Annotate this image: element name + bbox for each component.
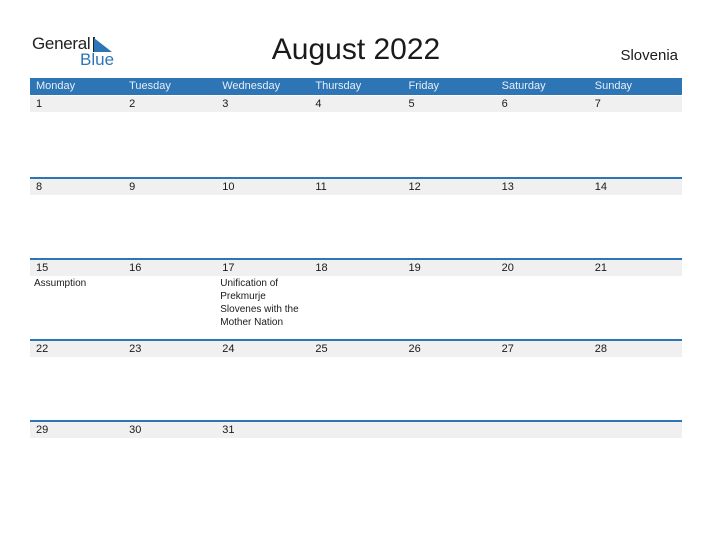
holiday-label: [309, 112, 402, 113]
holiday-label: [309, 195, 402, 196]
holiday-label: [30, 357, 123, 358]
day-number-bar: 1 2 3 4 5 6 7: [30, 96, 682, 112]
day-number: 13: [501, 181, 514, 193]
day-number: 19: [408, 262, 421, 274]
holiday-label: [496, 112, 589, 113]
calendar-title: August 2022: [271, 33, 441, 66]
weekday-wednesday: Wednesday: [222, 80, 281, 92]
holiday-label: [216, 112, 309, 113]
day-number: 26: [408, 343, 421, 355]
holiday-label: [309, 357, 402, 358]
holiday-label: [123, 357, 216, 358]
day-number: 29: [36, 424, 49, 436]
day-number: 3: [222, 98, 229, 110]
holiday-label: [403, 112, 496, 113]
holiday-label: [589, 438, 682, 439]
holiday-label: [589, 195, 682, 196]
day-number: 27: [501, 343, 514, 355]
day-number: 18: [315, 262, 328, 274]
day-number: [309, 422, 402, 438]
day-number: 16: [129, 262, 142, 274]
holiday-label: [589, 357, 682, 358]
events-row: [30, 195, 682, 196]
day-number: 6: [501, 98, 508, 110]
day-number: 15: [36, 262, 49, 274]
weekday-header: Monday Tuesday Wednesday Thursday Friday…: [30, 78, 682, 95]
week-row: 1 2 3 4 5 6 7: [30, 96, 682, 113]
holiday-label: [123, 276, 216, 329]
holiday-label: [123, 438, 216, 439]
events-row: [30, 357, 682, 358]
day-number: 21: [594, 262, 607, 274]
events-row: Assumption Unification of Prekmurje Slove…: [30, 276, 682, 329]
weekday-saturday: Saturday: [501, 80, 546, 92]
weekday-thursday: Thursday: [315, 80, 362, 92]
holiday-label: [496, 195, 589, 196]
weekday-sunday: Sunday: [594, 80, 633, 92]
holiday-label: [216, 195, 309, 196]
holiday-label: [403, 357, 496, 358]
holiday-label: [403, 195, 496, 196]
day-number-bar: 22 23 24 25 26 27 28: [30, 341, 682, 357]
day-number: 25: [315, 343, 328, 355]
day-number: 31: [222, 424, 235, 436]
weekday-monday: Monday: [36, 80, 76, 92]
holiday-label: [309, 438, 402, 439]
day-number: 12: [408, 181, 421, 193]
holiday-label: [589, 112, 682, 113]
day-number: 7: [594, 98, 601, 110]
day-number: 2: [129, 98, 136, 110]
week-row: 22 23 24 25 26 27 28: [30, 339, 682, 358]
weekday-friday: Friday: [408, 80, 440, 92]
country-label: Slovenia: [620, 47, 678, 64]
holiday-label: [123, 195, 216, 196]
day-number: 4: [315, 98, 322, 110]
day-number: 28: [594, 343, 607, 355]
holiday-label: [496, 276, 589, 329]
day-number: 5: [408, 98, 415, 110]
holiday-label: [30, 112, 123, 113]
holiday-label: [403, 276, 496, 329]
holiday-label: [496, 357, 589, 358]
holiday-label: [30, 438, 123, 439]
day-number: 11: [315, 181, 327, 193]
holiday-label: Assumption: [34, 278, 87, 289]
day-number-bar: 29 30 31: [30, 422, 682, 438]
holiday-label: [216, 357, 309, 358]
day-number: [496, 422, 589, 438]
day-number: [403, 422, 496, 438]
day-number: 20: [501, 262, 514, 274]
day-number: 24: [222, 343, 235, 355]
day-number: 8: [36, 181, 43, 193]
day-number: 1: [36, 98, 43, 110]
day-number: 30: [129, 424, 142, 436]
day-number-bar: 8 9 10 11 12 13 14: [30, 179, 682, 195]
day-number: 23: [129, 343, 142, 355]
holiday-label: [216, 438, 309, 439]
holiday-label: [496, 438, 589, 439]
day-number: 22: [36, 343, 49, 355]
holiday-label: [123, 112, 216, 113]
day-number: 17: [222, 262, 235, 274]
holiday-label: [30, 195, 123, 196]
holiday-label: [403, 438, 496, 439]
day-number: 10: [222, 181, 235, 193]
day-number: [589, 422, 682, 438]
events-row: [30, 112, 682, 113]
day-number: 9: [129, 181, 136, 193]
holiday-label: [309, 276, 402, 329]
week-row: 15 16 17 18 19 20 21 Assumption Unification of P…: [30, 258, 682, 329]
holiday-label: Unification of Prekmurje Slovenes with t…: [220, 278, 299, 328]
events-row: [30, 438, 682, 439]
holiday-label: [589, 276, 682, 329]
day-number-bar: 15 16 17 18 19 20 21: [30, 260, 682, 276]
day-number: 14: [594, 181, 607, 193]
weekday-tuesday: Tuesday: [129, 80, 171, 92]
week-row: 29 30 31: [30, 420, 682, 439]
week-row: 8 9 10 11 12 13 14: [30, 177, 682, 196]
